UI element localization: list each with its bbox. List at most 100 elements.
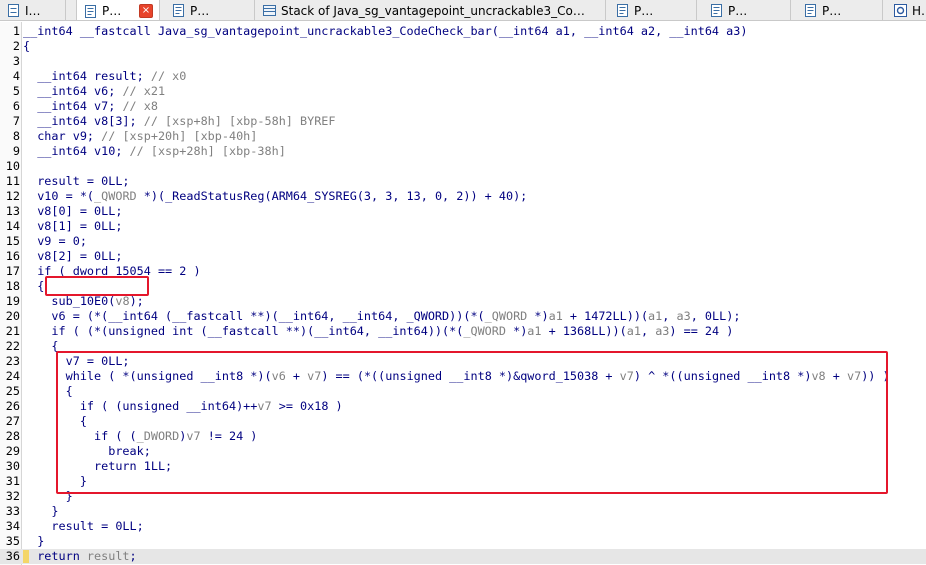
code-line[interactable]: 27 {: [0, 414, 926, 429]
tab-7[interactable]: P…: [797, 0, 883, 20]
code-line[interactable]: 28 if ( (_DWORD)v7 != 24 ): [0, 429, 926, 444]
code-text: __int64 v8[3]; // [xsp+8h] [xbp-58h] BYR…: [23, 114, 336, 129]
line-number: 23: [5, 354, 20, 368]
code-text: if ( (*(unsigned int (__fastcall **)(__i…: [23, 324, 733, 339]
code-token: ;: [129, 549, 137, 563]
code-line[interactable]: 21 if ( (*(unsigned int (__fastcall **)(…: [0, 324, 926, 339]
code-text: {: [23, 384, 73, 399]
line-number: 8: [12, 129, 20, 143]
tab-5[interactable]: P…: [609, 0, 697, 20]
line-number: 7: [12, 114, 20, 128]
code-text: v9 = 0;: [23, 234, 87, 249]
code-token: }: [23, 534, 45, 548]
line-number: 4: [12, 69, 20, 83]
code-line[interactable]: 13 v8[0] = 0LL;: [0, 204, 926, 219]
code-text: __int64 v6; // x21: [23, 84, 165, 99]
tab-6[interactable]: P…: [703, 0, 791, 20]
code-token-grey: // [xsp+8h] [xbp-58h] BYREF: [143, 114, 336, 128]
code-text: return result;: [23, 549, 137, 564]
tab-label: I…: [25, 3, 41, 18]
code-token: __int64 result;: [23, 69, 151, 83]
line-number: 1: [12, 24, 20, 38]
code-line[interactable]: 33 }: [0, 504, 926, 519]
code-token: , 0LL);: [690, 309, 741, 323]
code-line[interactable]: 11 result = 0LL;: [0, 174, 926, 189]
code-token-grey: _QWORD: [94, 189, 137, 203]
close-tab-icon[interactable]: ×: [139, 4, 153, 18]
code-line[interactable]: 35 }: [0, 534, 926, 549]
line-number: 30: [5, 459, 20, 473]
code-text: v8[2] = 0LL;: [23, 249, 122, 264]
code-token: *)(_ReadStatusReg(ARM64_SYSREG(3, 3, 13,…: [136, 189, 528, 203]
code-text: }: [23, 474, 87, 489]
code-token-grey: result: [86, 549, 130, 563]
code-token-grey: v7: [257, 399, 272, 413]
code-token-grey: a1: [527, 324, 542, 338]
code-token: break;: [23, 444, 151, 458]
code-token: ) ^ *((unsigned __int8 *): [633, 369, 812, 383]
code-text: {: [23, 414, 87, 429]
code-token: while ( *(unsigned __int8 *)(: [23, 369, 272, 383]
code-token: v8[0] = 0LL;: [23, 204, 123, 218]
code-line[interactable]: 19 sub_10E0(v8);: [0, 294, 926, 309]
code-line[interactable]: 34 result = 0LL;: [0, 519, 926, 534]
tab-8[interactable]: H…: [887, 0, 926, 20]
code-line[interactable]: 17 if ( dword_15054 == 2 ): [0, 264, 926, 279]
code-line[interactable]: 12 v10 = *(_QWORD *)(_ReadStatusReg(ARM6…: [0, 189, 926, 204]
code-token: *): [527, 309, 549, 323]
code-token: {: [23, 384, 73, 398]
tab-4[interactable]: Stack of Java_sg_vantagepoint_uncrackabl…: [256, 0, 606, 20]
code-line[interactable]: 14 v8[1] = 0LL;: [0, 219, 926, 234]
code-line[interactable]: 9 __int64 v10; // [xsp+28h] [xbp-38h]: [0, 144, 926, 159]
tab-label: Stack of Java_sg_vantagepoint_uncrackabl…: [281, 3, 585, 18]
tab-2[interactable]: P… ×: [76, 0, 160, 20]
code-token: __int64 __fastcall Java_sg_vantagepoint_…: [23, 24, 748, 38]
code-token: {: [23, 39, 31, 53]
code-line[interactable]: 22 {: [0, 339, 926, 354]
code-line[interactable]: 5 __int64 v6; // x21: [0, 84, 926, 99]
line-number: 35: [5, 534, 20, 548]
hex-icon: [894, 4, 907, 17]
code-line[interactable]: 3: [0, 54, 926, 69]
code-token: __int64 v7;: [23, 99, 123, 113]
code-line[interactable]: 4 __int64 result; // x0: [0, 69, 926, 84]
tab-3[interactable]: P…: [165, 0, 255, 20]
tab-1[interactable]: I…: [0, 0, 66, 20]
code-line[interactable]: 2{: [0, 39, 926, 54]
code-text: while ( *(unsigned __int8 *)(v6 + v7) ==…: [23, 369, 890, 384]
pseudocode-view[interactable]: 1 __int64 __fastcall Java_sg_vantagepoint…: [0, 22, 926, 565]
code-token-grey: a3: [676, 309, 691, 323]
code-line[interactable]: 1 __int64 __fastcall Java_sg_vantagepoint…: [0, 24, 926, 39]
code-line[interactable]: 18 {: [0, 279, 926, 294]
code-token-grey: // x8: [122, 99, 158, 113]
code-line[interactable]: 23 v7 = 0LL;: [0, 354, 926, 369]
code-line[interactable]: 8 char v9; // [xsp+20h] [xbp-40h]: [0, 129, 926, 144]
code-line[interactable]: 26 if ( (unsigned __int64)++v7 >= 0x18 ): [0, 399, 926, 414]
code-line[interactable]: 16 v8[2] = 0LL;: [0, 249, 926, 264]
code-line[interactable]: 25 {: [0, 384, 926, 399]
code-line[interactable]: 10: [0, 159, 926, 174]
code-token-grey: a3: [655, 324, 670, 338]
code-token: );: [129, 294, 144, 308]
line-number: 10: [5, 159, 20, 173]
code-text: result = 0LL;: [23, 174, 129, 189]
code-line[interactable]: 30 return 1LL;: [0, 459, 926, 474]
code-line[interactable]: 32 }: [0, 489, 926, 504]
code-token: __int64 v8[3];: [23, 114, 144, 128]
code-line[interactable]: 29 break;: [0, 444, 926, 459]
tab-label: P…: [190, 3, 210, 18]
code-token-grey: _QWORD: [484, 309, 528, 323]
code-token: v7 = 0LL;: [23, 354, 130, 368]
code-line[interactable]: 31 }: [0, 474, 926, 489]
code-token: ) == (*((unsigned __int8 *)&qword_15038 …: [321, 369, 620, 383]
code-line[interactable]: 7 __int64 v8[3]; // [xsp+8h] [xbp-58h] B…: [0, 114, 926, 129]
code-line[interactable]: 15 v9 = 0;: [0, 234, 926, 249]
code-token-grey: // [xsp+28h] [xbp-38h]: [129, 144, 286, 158]
code-line[interactable]: 6 __int64 v7; // x8: [0, 99, 926, 114]
code-line[interactable]: 36 return result;: [0, 549, 926, 564]
code-token: {: [23, 339, 59, 353]
code-token: }: [23, 504, 59, 518]
code-line[interactable]: 24 while ( *(unsigned __int8 *)(v6 + v7)…: [0, 369, 926, 384]
line-number: 19: [5, 294, 20, 308]
code-line[interactable]: 20 v6 = (*(__int64 (__fastcall **)(__int…: [0, 309, 926, 324]
